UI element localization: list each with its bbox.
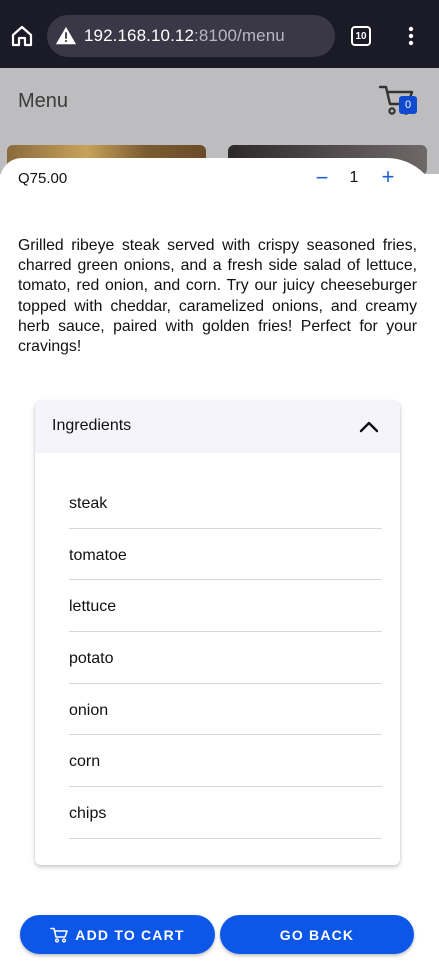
list-item: steak xyxy=(69,477,382,529)
go-back-label: GO BACK xyxy=(279,926,355,943)
list-item: potato xyxy=(69,632,382,684)
page-title: Menu xyxy=(18,90,69,112)
add-to-cart-button[interactable]: ADD TO CART xyxy=(20,915,215,954)
ingredients-accordion-header[interactable]: Ingredients xyxy=(35,401,400,453)
address-bar[interactable]: 192.168.10.12:8100/menu xyxy=(47,15,335,57)
decrease-quantity-button[interactable]: − xyxy=(313,166,331,190)
browser-toolbar: 192.168.10.12:8100/menu 10 xyxy=(0,0,439,68)
list-item: onion xyxy=(69,684,382,736)
url-host: 192.168.10.12 xyxy=(84,26,195,45)
ingredients-accordion: Ingredients steak tomatoe lettuce potato… xyxy=(35,401,400,865)
list-item: tomatoe xyxy=(69,529,382,581)
ingredients-title: Ingredients xyxy=(52,417,132,434)
product-price: Q75.00 xyxy=(18,170,68,187)
more-vert-icon[interactable] xyxy=(403,24,419,48)
add-to-cart-label: ADD TO CART xyxy=(75,926,185,943)
tab-switcher-button[interactable]: 10 xyxy=(351,26,371,46)
url-path: :8100/menu xyxy=(194,26,285,45)
list-item: lettuce xyxy=(69,580,382,633)
quantity-value: 1 xyxy=(349,169,359,186)
increase-quantity-button[interactable]: + xyxy=(378,165,398,189)
home-icon[interactable] xyxy=(10,24,34,48)
cart-icon xyxy=(50,927,69,943)
go-back-button[interactable]: GO BACK xyxy=(220,915,414,954)
list-item: corn xyxy=(69,735,382,788)
url-text[interactable]: 192.168.10.12:8100/menu xyxy=(84,26,285,46)
ingredients-list: steak tomatoe lettuce potato onion corn … xyxy=(69,477,382,839)
tab-count: 10 xyxy=(355,30,367,42)
warning-icon[interactable] xyxy=(55,25,77,47)
cart-count-badge: 0 xyxy=(399,96,417,114)
list-item: chips xyxy=(69,787,382,839)
product-description: Grilled ribeye steak served with crispy … xyxy=(18,237,417,356)
chevron-up-icon xyxy=(359,421,379,433)
app-header: Menu xyxy=(0,68,439,134)
